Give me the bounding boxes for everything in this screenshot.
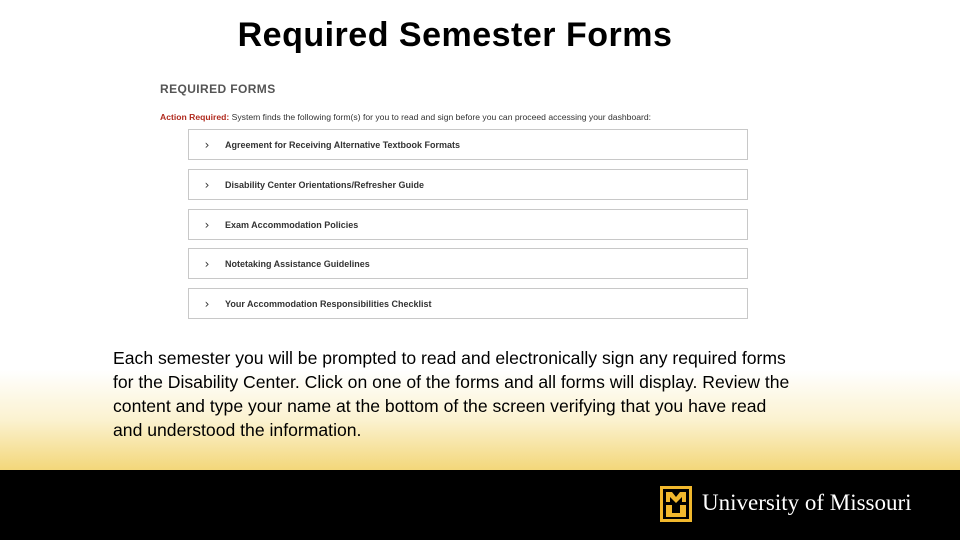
slide-description: Each semester you will be prompted to re…: [113, 348, 790, 440]
chevron-right-icon: ›: [204, 177, 210, 192]
form-item-alternative-textbook[interactable]: › Agreement for Receiving Alternative Te…: [188, 129, 748, 160]
chevron-right-icon: ›: [204, 137, 210, 152]
form-item-exam-accommodation[interactable]: › Exam Accommodation Policies: [188, 209, 748, 240]
chevron-right-icon: ›: [204, 256, 210, 271]
required-forms-screenshot: REQUIRED FORMS Action Required: System f…: [152, 74, 762, 326]
action-required-message: Action Required: System finds the follow…: [160, 112, 651, 122]
slide-title: Required Semester Forms: [237, 16, 673, 54]
form-item-label: Disability Center Orientations/Refresher…: [225, 179, 425, 190]
action-required-text: System finds the following form(s) for y…: [229, 112, 652, 122]
action-required-label: Action Required:: [160, 112, 230, 122]
required-forms-heading: REQUIRED FORMS: [160, 82, 276, 96]
form-item-label: Your Accommodation Responsibilities Chec…: [225, 298, 432, 309]
form-item-notetaking[interactable]: › Notetaking Assistance Guidelines: [188, 248, 748, 279]
form-item-responsibilities-checklist[interactable]: › Your Accommodation Responsibilities Ch…: [188, 288, 748, 319]
form-item-label: Exam Accommodation Policies: [225, 219, 359, 230]
chevron-right-icon: ›: [204, 296, 210, 311]
university-wordmark: University of Missouri: [702, 490, 912, 515]
form-item-label: Agreement for Receiving Alternative Text…: [225, 139, 461, 150]
chevron-right-icon: ›: [204, 217, 210, 232]
mu-logo-icon: [660, 486, 692, 522]
form-item-label: Notetaking Assistance Guidelines: [225, 258, 370, 269]
form-item-orientation-guide[interactable]: › Disability Center Orientations/Refresh…: [188, 169, 748, 200]
